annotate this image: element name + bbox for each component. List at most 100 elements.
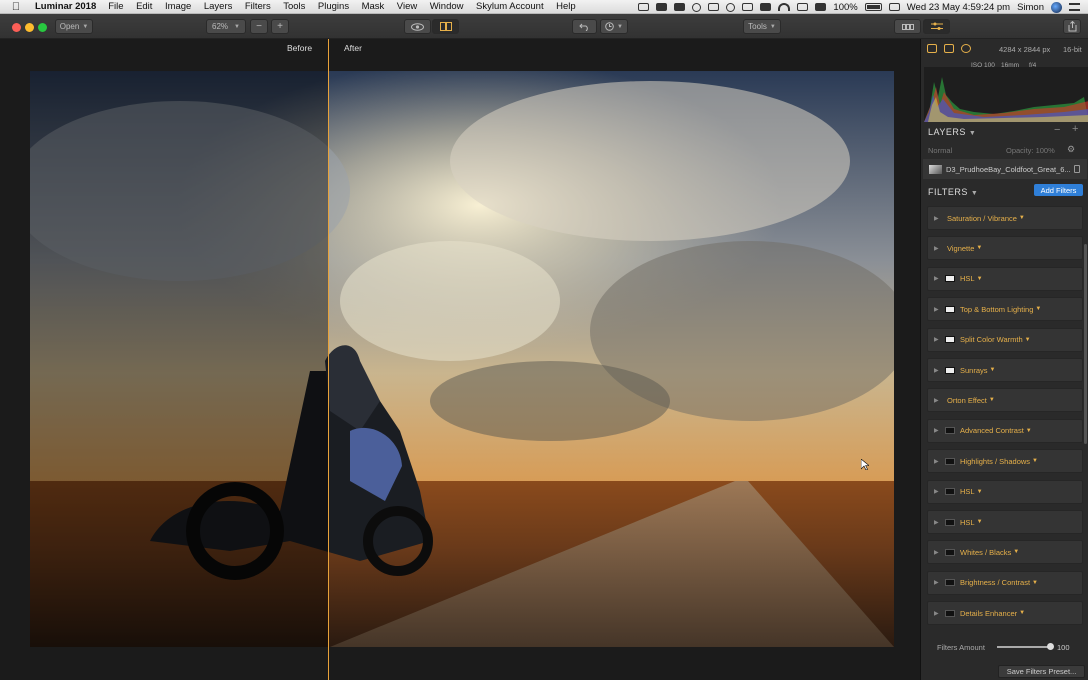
filter-row[interactable]: ▶ Highlights / Shadows ▼ xyxy=(927,449,1083,474)
chevron-down-icon[interactable]: ▼ xyxy=(977,519,983,525)
expand-triangle-icon[interactable]: ▶ xyxy=(934,458,942,465)
filter-row[interactable]: ▶ Orton Effect ▼ xyxy=(927,388,1083,413)
chevron-down-icon[interactable]: ▼ xyxy=(977,276,983,282)
menu-view[interactable]: View xyxy=(397,1,417,12)
menu-layers[interactable]: Layers xyxy=(204,1,233,12)
menu-plugins[interactable]: Plugins xyxy=(318,1,349,12)
layers-title[interactable]: LAYERS ▼ xyxy=(928,127,976,137)
expand-triangle-icon[interactable]: ▶ xyxy=(934,275,942,282)
zoom-window-button[interactable] xyxy=(38,23,47,32)
filter-row[interactable]: ▶ Whites / Blacks ▼ xyxy=(927,540,1083,565)
filter-row[interactable]: ▶ HSL ▼ xyxy=(927,266,1083,291)
expand-triangle-icon[interactable]: ▶ xyxy=(934,610,942,617)
layer-row[interactable]: D3_PrudhoeBay_Coldfoot_Great_6... xyxy=(923,159,1087,179)
before-after-split-handle[interactable] xyxy=(328,39,329,680)
chevron-down-icon[interactable]: ▼ xyxy=(1013,549,1019,555)
image-stage[interactable]: Before After xyxy=(0,39,920,680)
expand-triangle-icon[interactable]: ▶ xyxy=(934,579,942,586)
menu-image[interactable]: Image xyxy=(165,1,191,12)
menu-skylum-account[interactable]: Skylum Account xyxy=(476,1,544,12)
expand-triangle-icon[interactable]: ▶ xyxy=(934,336,942,343)
expand-triangle-icon[interactable]: ▶ xyxy=(934,306,942,313)
filter-row[interactable]: ▶ Details Enhancer ▼ xyxy=(927,601,1083,626)
user-name[interactable]: Simon xyxy=(1017,2,1044,13)
chevron-down-icon[interactable]: ▼ xyxy=(1032,580,1038,586)
chevron-down-icon[interactable]: ▼ xyxy=(1019,215,1025,221)
airplay-icon[interactable] xyxy=(797,3,809,11)
filters-amount-slider[interactable] xyxy=(997,646,1051,648)
add-filters-button[interactable]: Add Filters xyxy=(1034,184,1083,196)
expand-triangle-icon[interactable]: ▶ xyxy=(934,488,942,495)
opacity-select[interactable]: Opacity: 100% xyxy=(1006,146,1055,155)
expand-triangle-icon[interactable]: ▶ xyxy=(934,215,942,222)
chevron-down-icon[interactable]: ▼ xyxy=(989,397,995,403)
wifi-icon[interactable] xyxy=(778,3,791,11)
compare-split-button[interactable] xyxy=(432,19,459,34)
menu-app-name[interactable]: Luminar 2018 xyxy=(35,1,96,12)
drive-icon[interactable] xyxy=(674,3,686,11)
info-circle-icon[interactable] xyxy=(961,44,971,53)
flag-icon[interactable] xyxy=(888,3,900,11)
siri-icon[interactable] xyxy=(1051,1,1062,13)
minimize-window-button[interactable] xyxy=(25,23,34,32)
filters-amount-knob[interactable] xyxy=(1047,643,1054,650)
filter-row[interactable]: ▶ Split Color Warmth ▼ xyxy=(927,327,1083,352)
filter-row[interactable]: ▶ Top & Bottom Lighting ▼ xyxy=(927,297,1083,322)
bluetooth-icon[interactable] xyxy=(742,3,754,11)
layers-stack-icon[interactable] xyxy=(944,44,954,53)
expand-triangle-icon[interactable]: ▶ xyxy=(934,245,942,252)
photo-canvas[interactable] xyxy=(30,71,894,647)
history-button[interactable]: ▼ xyxy=(600,19,628,34)
notification-center-icon[interactable] xyxy=(1069,3,1080,11)
chevron-down-icon[interactable]: ▼ xyxy=(1019,610,1025,616)
battery-percent[interactable]: 100% xyxy=(833,2,857,13)
expand-triangle-icon[interactable]: ▶ xyxy=(934,427,942,434)
apple-icon[interactable]:  xyxy=(9,1,23,13)
add-layer-icon[interactable]: + xyxy=(1072,123,1078,135)
undo-button[interactable] xyxy=(572,19,597,34)
filters-panel-toggle-button[interactable] xyxy=(923,19,950,34)
lock-icon[interactable] xyxy=(1074,165,1080,173)
menu-edit[interactable]: Edit xyxy=(136,1,152,12)
menu-help[interactable]: Help xyxy=(556,1,576,12)
image-info-icon[interactable] xyxy=(927,44,937,53)
display-icon[interactable] xyxy=(760,3,772,11)
share-button[interactable] xyxy=(1063,19,1081,34)
chevron-down-icon[interactable]: ▼ xyxy=(1032,458,1038,464)
expand-triangle-icon[interactable]: ▶ xyxy=(934,549,942,556)
presets-toggle-button[interactable] xyxy=(894,19,921,34)
chevron-down-icon[interactable]: ▼ xyxy=(1026,428,1032,434)
screen-icon[interactable] xyxy=(638,3,650,11)
sd-card-icon[interactable] xyxy=(708,3,720,11)
volume-icon[interactable] xyxy=(815,3,827,11)
close-window-button[interactable] xyxy=(12,23,21,32)
chevron-down-icon[interactable]: ▼ xyxy=(990,367,996,373)
menu-file[interactable]: File xyxy=(108,1,123,12)
time-machine-icon[interactable] xyxy=(726,2,736,12)
menu-filters[interactable]: Filters xyxy=(245,1,271,12)
preview-eye-button[interactable] xyxy=(404,19,431,34)
sync-icon[interactable] xyxy=(692,2,702,12)
filters-scrollbar[interactable] xyxy=(1084,244,1087,444)
expand-triangle-icon[interactable]: ▶ xyxy=(934,519,942,526)
filter-row[interactable]: ▶ HSL ▼ xyxy=(927,510,1083,534)
zoom-out-button[interactable]: − xyxy=(250,19,268,34)
filter-row[interactable]: ▶ Saturation / Vibrance ▼ xyxy=(927,206,1083,230)
zoom-select[interactable]: 62% ▼ xyxy=(206,19,246,34)
chevron-down-icon[interactable]: ▼ xyxy=(1025,337,1031,343)
zoom-in-button[interactable]: + xyxy=(271,19,289,34)
chevron-down-icon[interactable]: ▼ xyxy=(977,489,983,495)
save-filters-preset-button[interactable]: Save Filters Preset... xyxy=(998,665,1085,678)
filter-row[interactable]: ▶ Brightness / Contrast ▼ xyxy=(927,570,1083,595)
chevron-down-icon[interactable]: ▼ xyxy=(976,245,982,251)
open-button[interactable]: Open ▼ xyxy=(55,19,93,34)
clock[interactable]: Wed 23 May 4:59:24 pm xyxy=(907,2,1010,13)
filter-row[interactable]: ▶ Sunrays ▼ xyxy=(927,358,1083,382)
expand-triangle-icon[interactable]: ▶ xyxy=(934,367,942,374)
filters-title[interactable]: FILTERS ▼ xyxy=(928,187,978,197)
filter-row[interactable]: ▶ Vignette ▼ xyxy=(927,236,1083,261)
menu-mask[interactable]: Mask xyxy=(362,1,385,12)
filter-row[interactable]: ▶ Advanced Contrast ▼ xyxy=(927,418,1083,443)
menu-window[interactable]: Window xyxy=(430,1,464,12)
dropbox-icon[interactable] xyxy=(656,3,668,11)
